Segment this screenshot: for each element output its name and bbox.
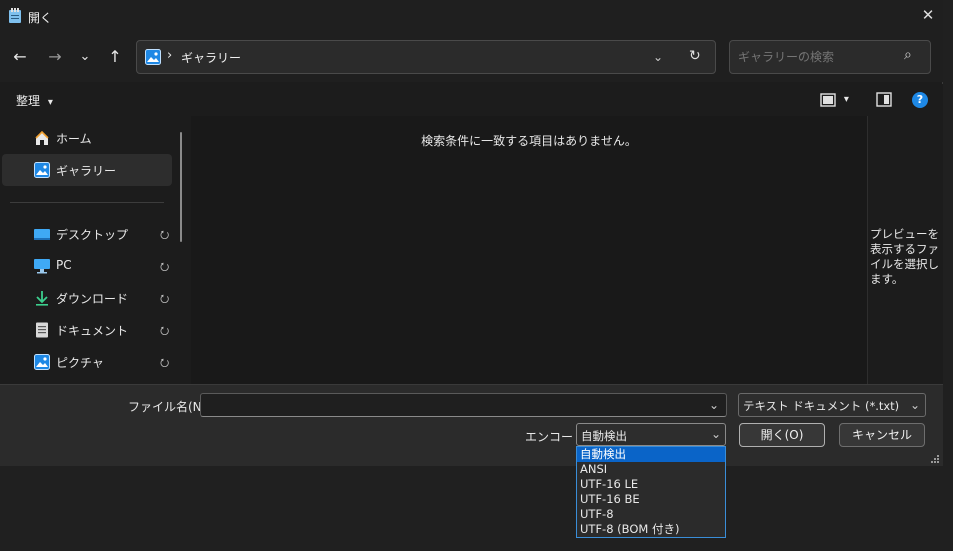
address-dropdown-icon[interactable]: ⌄	[653, 50, 663, 64]
pin-icon[interactable]: ⭮	[160, 290, 169, 309]
sidebar-item-gallery[interactable]: ギャラリー	[2, 154, 172, 186]
sidebar-item-desktop[interactable]: デスクトップ ⭮	[2, 218, 172, 250]
resize-grip-icon[interactable]	[930, 454, 940, 464]
search-icon[interactable]: ⌕	[904, 47, 912, 63]
sidebar-item-home[interactable]: ホーム	[2, 122, 172, 154]
organize-button[interactable]: 整理 ▾	[16, 92, 53, 109]
search-input[interactable]	[736, 47, 896, 67]
background-area-right	[943, 0, 953, 466]
pin-icon[interactable]: ⭮	[160, 258, 169, 277]
background-area	[0, 466, 953, 551]
encoding-option[interactable]: ANSI	[577, 462, 725, 477]
encoding-dropdown-list: 自動検出 ANSI UTF-16 LE UTF-16 BE UTF-8 UTF-…	[576, 446, 726, 538]
address-location[interactable]: ギャラリー	[181, 49, 241, 66]
download-icon	[36, 291, 48, 306]
home-icon	[35, 130, 49, 145]
command-bar	[0, 84, 943, 116]
close-button[interactable]: ✕	[918, 5, 938, 25]
preview-message: プレビューを表示するファイルを選択します。	[870, 227, 939, 286]
address-separator-icon[interactable]: ›	[167, 48, 172, 63]
sidebar-item-documents[interactable]: ドキュメント ⭮	[2, 314, 172, 346]
notepad-icon	[9, 8, 21, 23]
filetype-select[interactable]: テキスト ドキュメント (*.txt) ⌄	[738, 393, 926, 417]
encoding-option[interactable]: UTF-16 BE	[577, 492, 725, 507]
sidebar-item-label: ドキュメント	[56, 324, 129, 338]
change-view-button[interactable]: ▾	[820, 92, 849, 107]
organize-label: 整理	[16, 94, 41, 108]
sidebar-item-pictures[interactable]: ピクチャ ⭮	[2, 346, 172, 378]
pin-icon[interactable]: ⭮	[160, 226, 169, 245]
file-list-pane: 検索条件に一致する項目はありません。	[191, 116, 867, 384]
preview-pane-icon[interactable]	[876, 92, 892, 107]
up-button[interactable]: ↑	[103, 45, 127, 69]
refresh-icon[interactable]: ↻	[689, 48, 701, 64]
chevron-down-icon: ▾	[843, 94, 849, 105]
forward-button[interactable]: →	[43, 45, 67, 69]
filetype-value: テキスト ドキュメント (*.txt)	[743, 399, 900, 413]
view-icon	[820, 92, 836, 107]
encoding-select[interactable]: 自動検出 ⌄	[576, 423, 726, 446]
chevron-down-icon: ▾	[47, 97, 53, 108]
filename-field[interactable]: ⌄	[200, 393, 727, 417]
title-bar: 開く ✕	[0, 0, 943, 32]
sidebar-item-label: ダウンロード	[56, 292, 129, 306]
filename-label: ファイル名(N):	[128, 400, 211, 414]
chevron-down-icon[interactable]: ⌄	[709, 398, 719, 412]
encoding-value: 自動検出	[581, 429, 627, 443]
back-button[interactable]: ←	[8, 45, 32, 69]
sidebar-item-label: ギャラリー	[56, 164, 117, 178]
search-box[interactable]: ⌕	[729, 40, 931, 74]
sidebar-scrollbar[interactable]	[180, 132, 182, 242]
encoding-option[interactable]: 自動検出	[577, 447, 725, 462]
preview-pane: プレビューを表示するファイルを選択します。	[867, 116, 943, 384]
desktop-icon	[34, 229, 50, 240]
cancel-button[interactable]: キャンセル	[839, 423, 925, 447]
gallery-icon	[34, 162, 50, 178]
encoding-option[interactable]: UTF-16 LE	[577, 477, 725, 492]
encoding-option[interactable]: UTF-8 (BOM 付き)	[577, 522, 725, 537]
sidebar-item-label: ピクチャ	[56, 356, 104, 370]
chevron-down-icon: ⌄	[711, 427, 722, 441]
help-icon[interactable]: ?	[912, 92, 928, 108]
sidebar-divider	[10, 202, 164, 203]
encoding-option[interactable]: UTF-8	[577, 507, 725, 522]
pin-icon[interactable]: ⭮	[160, 354, 169, 373]
pc-icon	[34, 259, 50, 274]
document-icon	[36, 322, 48, 338]
pictures-icon	[34, 354, 50, 370]
address-bar[interactable]: › ギャラリー ⌄ ↻	[136, 40, 716, 74]
sidebar-item-pc[interactable]: PC ⭮	[2, 250, 172, 282]
chevron-down-icon: ⌄	[910, 398, 921, 412]
open-button[interactable]: 開く(O)	[739, 423, 825, 447]
gallery-icon	[145, 49, 161, 65]
empty-message: 検索条件に一致する項目はありません。	[421, 134, 637, 148]
pin-icon[interactable]: ⭮	[160, 322, 169, 341]
recent-locations-button[interactable]: ⌄	[73, 45, 97, 69]
sidebar-item-label: ホーム	[56, 132, 92, 146]
window-title: 開く	[28, 11, 53, 25]
sidebar-item-downloads[interactable]: ダウンロード ⭮	[2, 282, 172, 314]
sidebar-item-label: デスクトップ	[56, 228, 129, 242]
sidebar-item-label: PC	[56, 258, 72, 272]
